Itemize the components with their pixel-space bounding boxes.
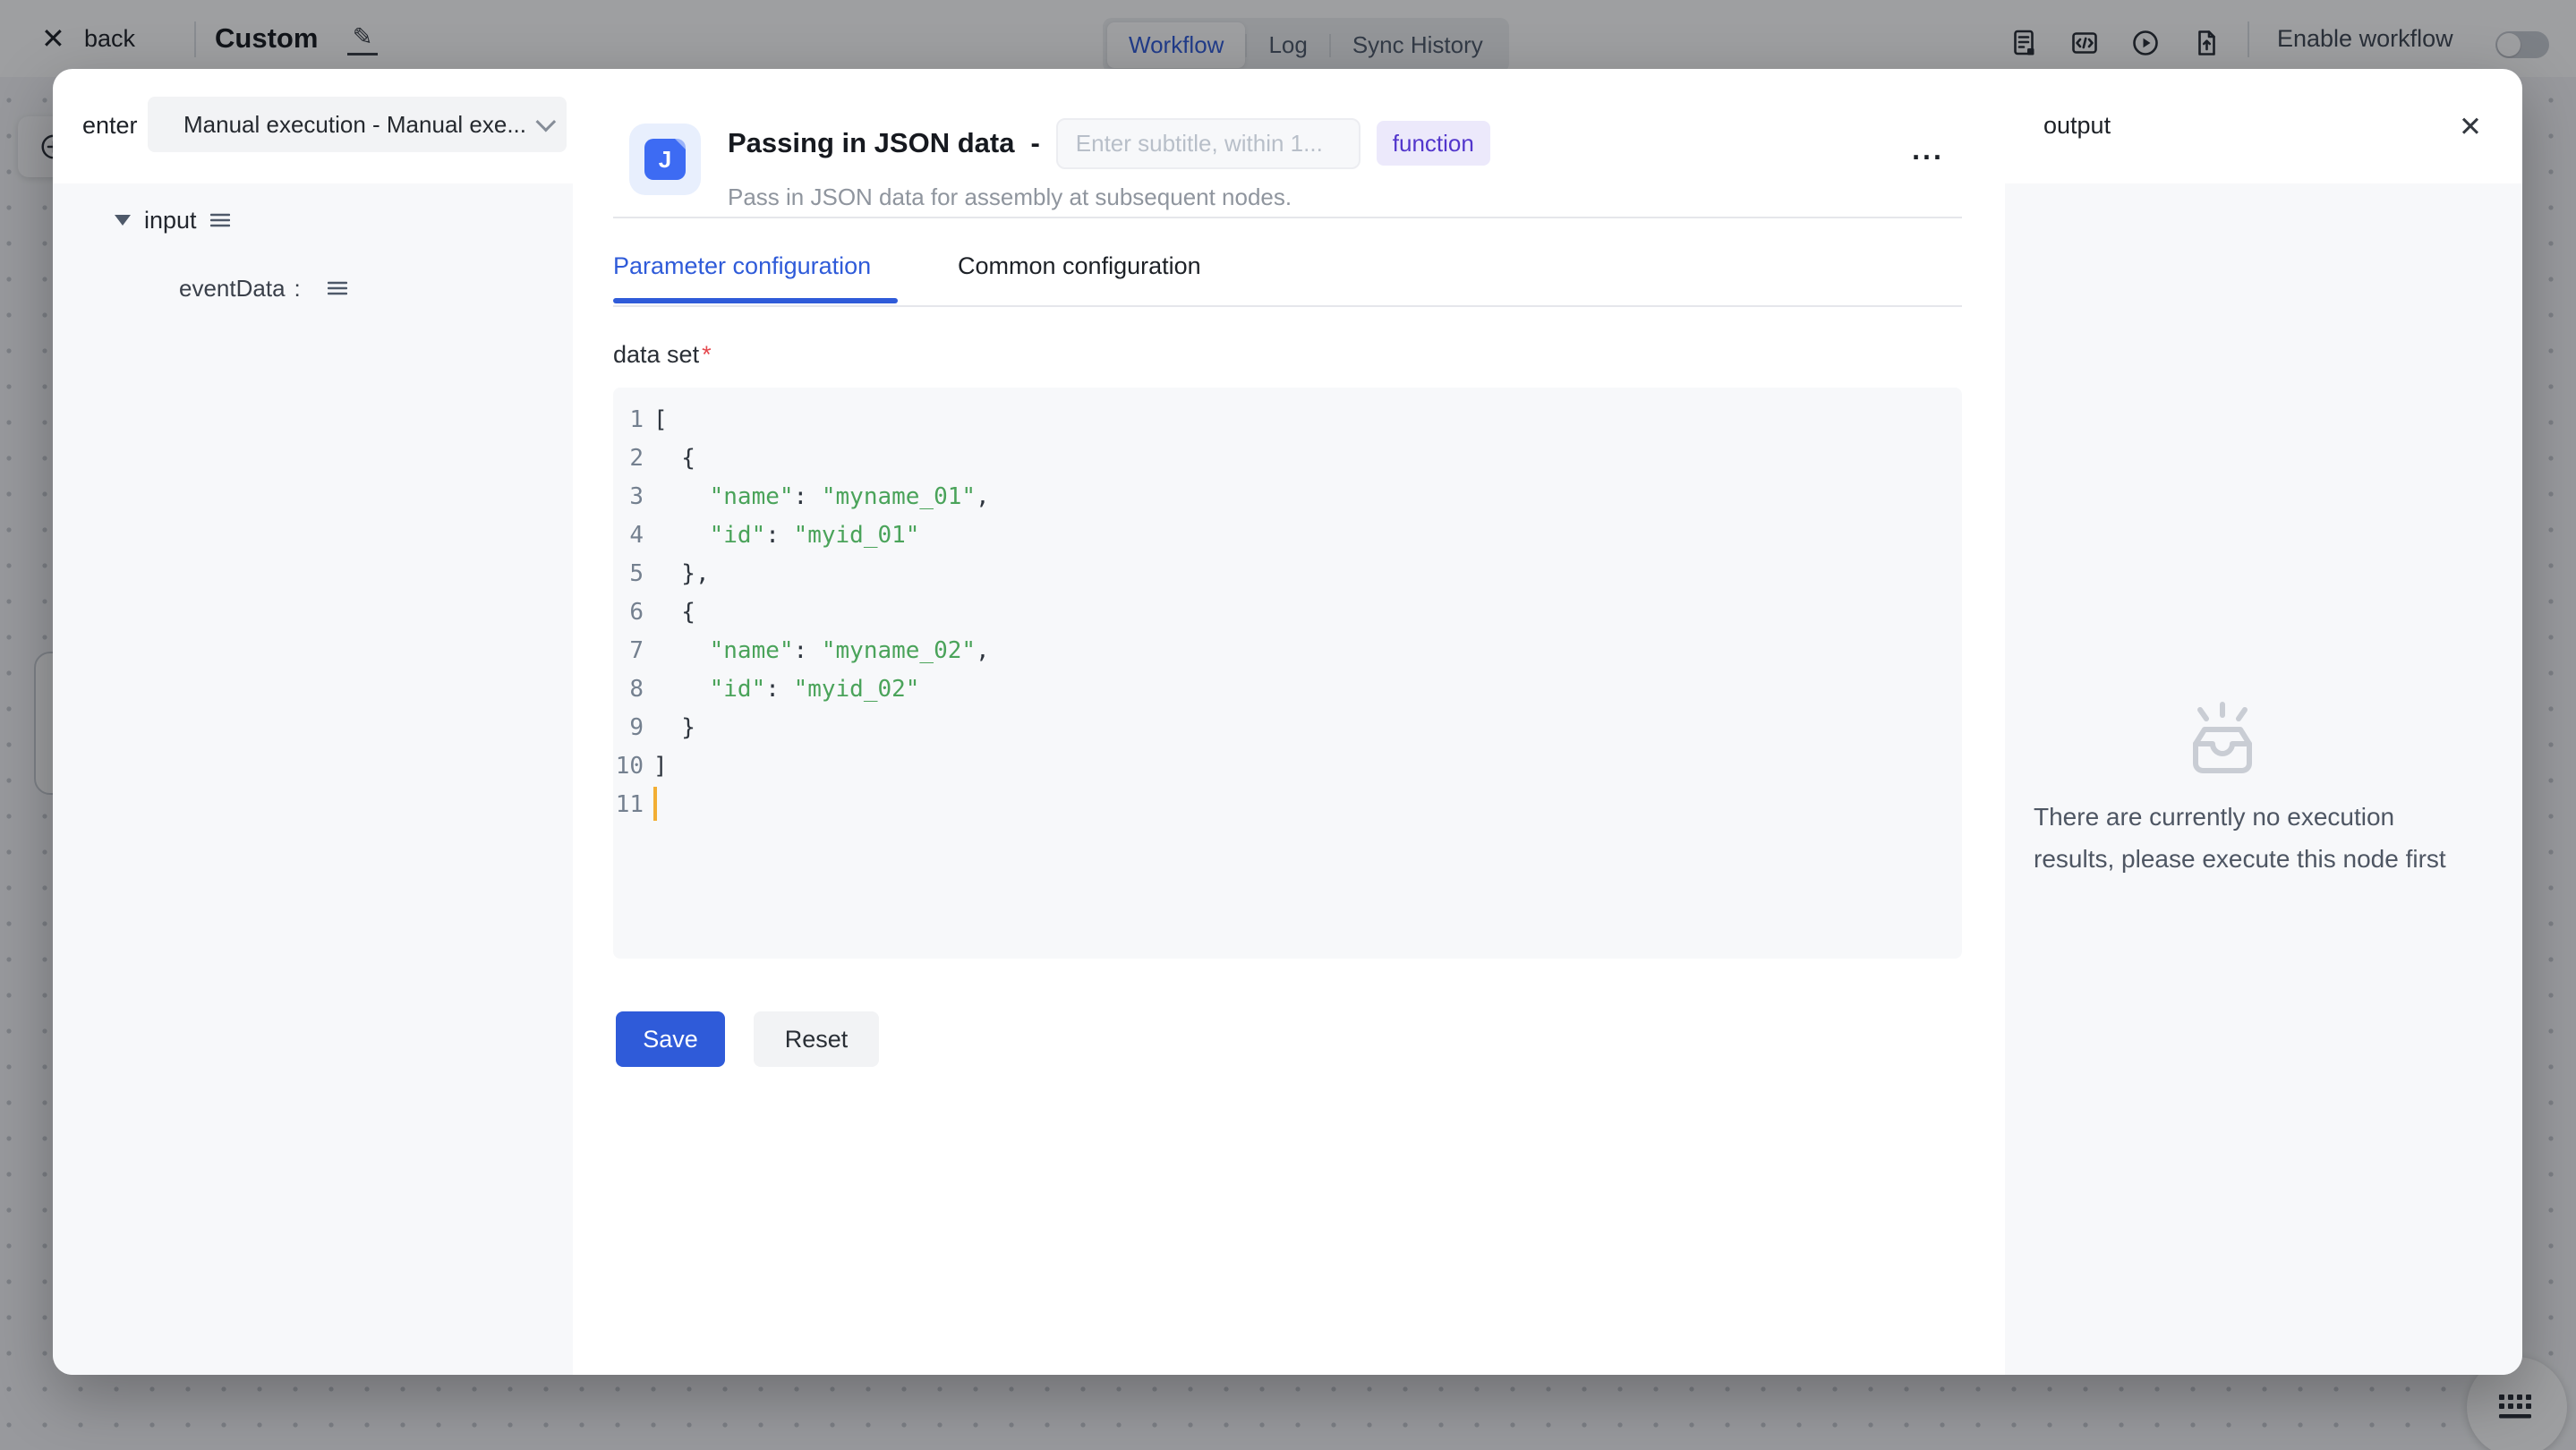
code-line[interactable]: 8 "id": "myid_02" (613, 670, 1962, 709)
node-type-badge: function (1377, 121, 1490, 166)
tree-colon: : (294, 275, 301, 303)
code-editor-lines: 1[2 {3 "name": "myname_01",4 "id": "myid… (613, 401, 1962, 824)
modal-close-button[interactable]: ✕ (2448, 105, 2493, 149)
code-line[interactable]: 7 "name": "myname_02", (613, 632, 1962, 670)
tab-common-configuration[interactable]: Common configuration (958, 248, 1201, 284)
active-tab-underline (613, 298, 898, 303)
node-title: Passing in JSON data (728, 127, 1014, 159)
code-line[interactable]: 9 } (613, 709, 1962, 747)
trigger-select[interactable]: Manual execution - Manual exe... (148, 97, 567, 152)
required-mark: * (702, 341, 712, 368)
title-separator: - (1030, 127, 1039, 159)
reset-button[interactable]: Reset (754, 1011, 879, 1067)
chevron-down-icon (536, 112, 557, 132)
empty-state-line1: There are currently no execution (2034, 796, 2517, 838)
caret-down-icon[interactable] (115, 215, 131, 226)
node-type-icon: J (629, 124, 701, 195)
code-editor[interactable]: 1[2 {3 "name": "myname_01",4 "id": "myid… (613, 388, 1962, 959)
node-config-modal: enter Manual execution - Manual exe... i… (53, 69, 2522, 1375)
more-actions-button[interactable]: ... (1897, 133, 1959, 178)
empty-state-line2: results, please execute this node first (2034, 838, 2517, 880)
tree-root-label: input (144, 207, 197, 235)
text-cursor (653, 787, 657, 821)
node-description: Pass in JSON data for assembly at subseq… (728, 183, 1292, 211)
node-title-row: Passing in JSON data - function (728, 116, 1490, 170)
tree-node-input[interactable]: input (115, 200, 230, 240)
output-panel-title: output (2043, 112, 2111, 140)
input-tree-panel (53, 183, 573, 1375)
save-button[interactable]: Save (616, 1011, 725, 1067)
tabs-divider (613, 305, 1962, 307)
dataset-label-text: data set (613, 341, 699, 368)
app-root: ✕ back Custom ✎ Workflow Log Sync Histor… (0, 0, 2576, 1450)
tab-parameter-configuration[interactable]: Parameter configuration (613, 248, 871, 284)
trigger-select-value: Manual execution - Manual exe... (183, 111, 536, 139)
code-line[interactable]: 10] (613, 747, 1962, 786)
output-result-panel (2005, 183, 2522, 1375)
dataset-field-label: data set* (613, 341, 712, 369)
code-line[interactable]: 2 { (613, 439, 1962, 478)
code-line[interactable]: 4 "id": "myid_01" (613, 516, 1962, 555)
enter-label: enter (82, 112, 138, 140)
code-line[interactable]: 6 { (613, 593, 1962, 632)
tree-node-eventdata[interactable]: eventData : (179, 269, 347, 308)
drag-handle-icon[interactable] (210, 213, 230, 227)
drag-handle-icon[interactable] (328, 281, 347, 295)
subtitle-input[interactable] (1056, 118, 1361, 169)
header-divider (613, 217, 1962, 218)
empty-state-text: There are currently no execution results… (2034, 796, 2517, 880)
code-line[interactable]: 5 }, (613, 555, 1962, 593)
json-node-glyph: J (644, 139, 686, 180)
code-line[interactable]: 1[ (613, 401, 1962, 439)
code-line[interactable]: 3 "name": "myname_01", (613, 478, 1962, 516)
empty-inbox-icon (2178, 699, 2267, 778)
tree-key-label: eventData (179, 275, 286, 303)
code-line[interactable]: 11 (613, 786, 1962, 824)
